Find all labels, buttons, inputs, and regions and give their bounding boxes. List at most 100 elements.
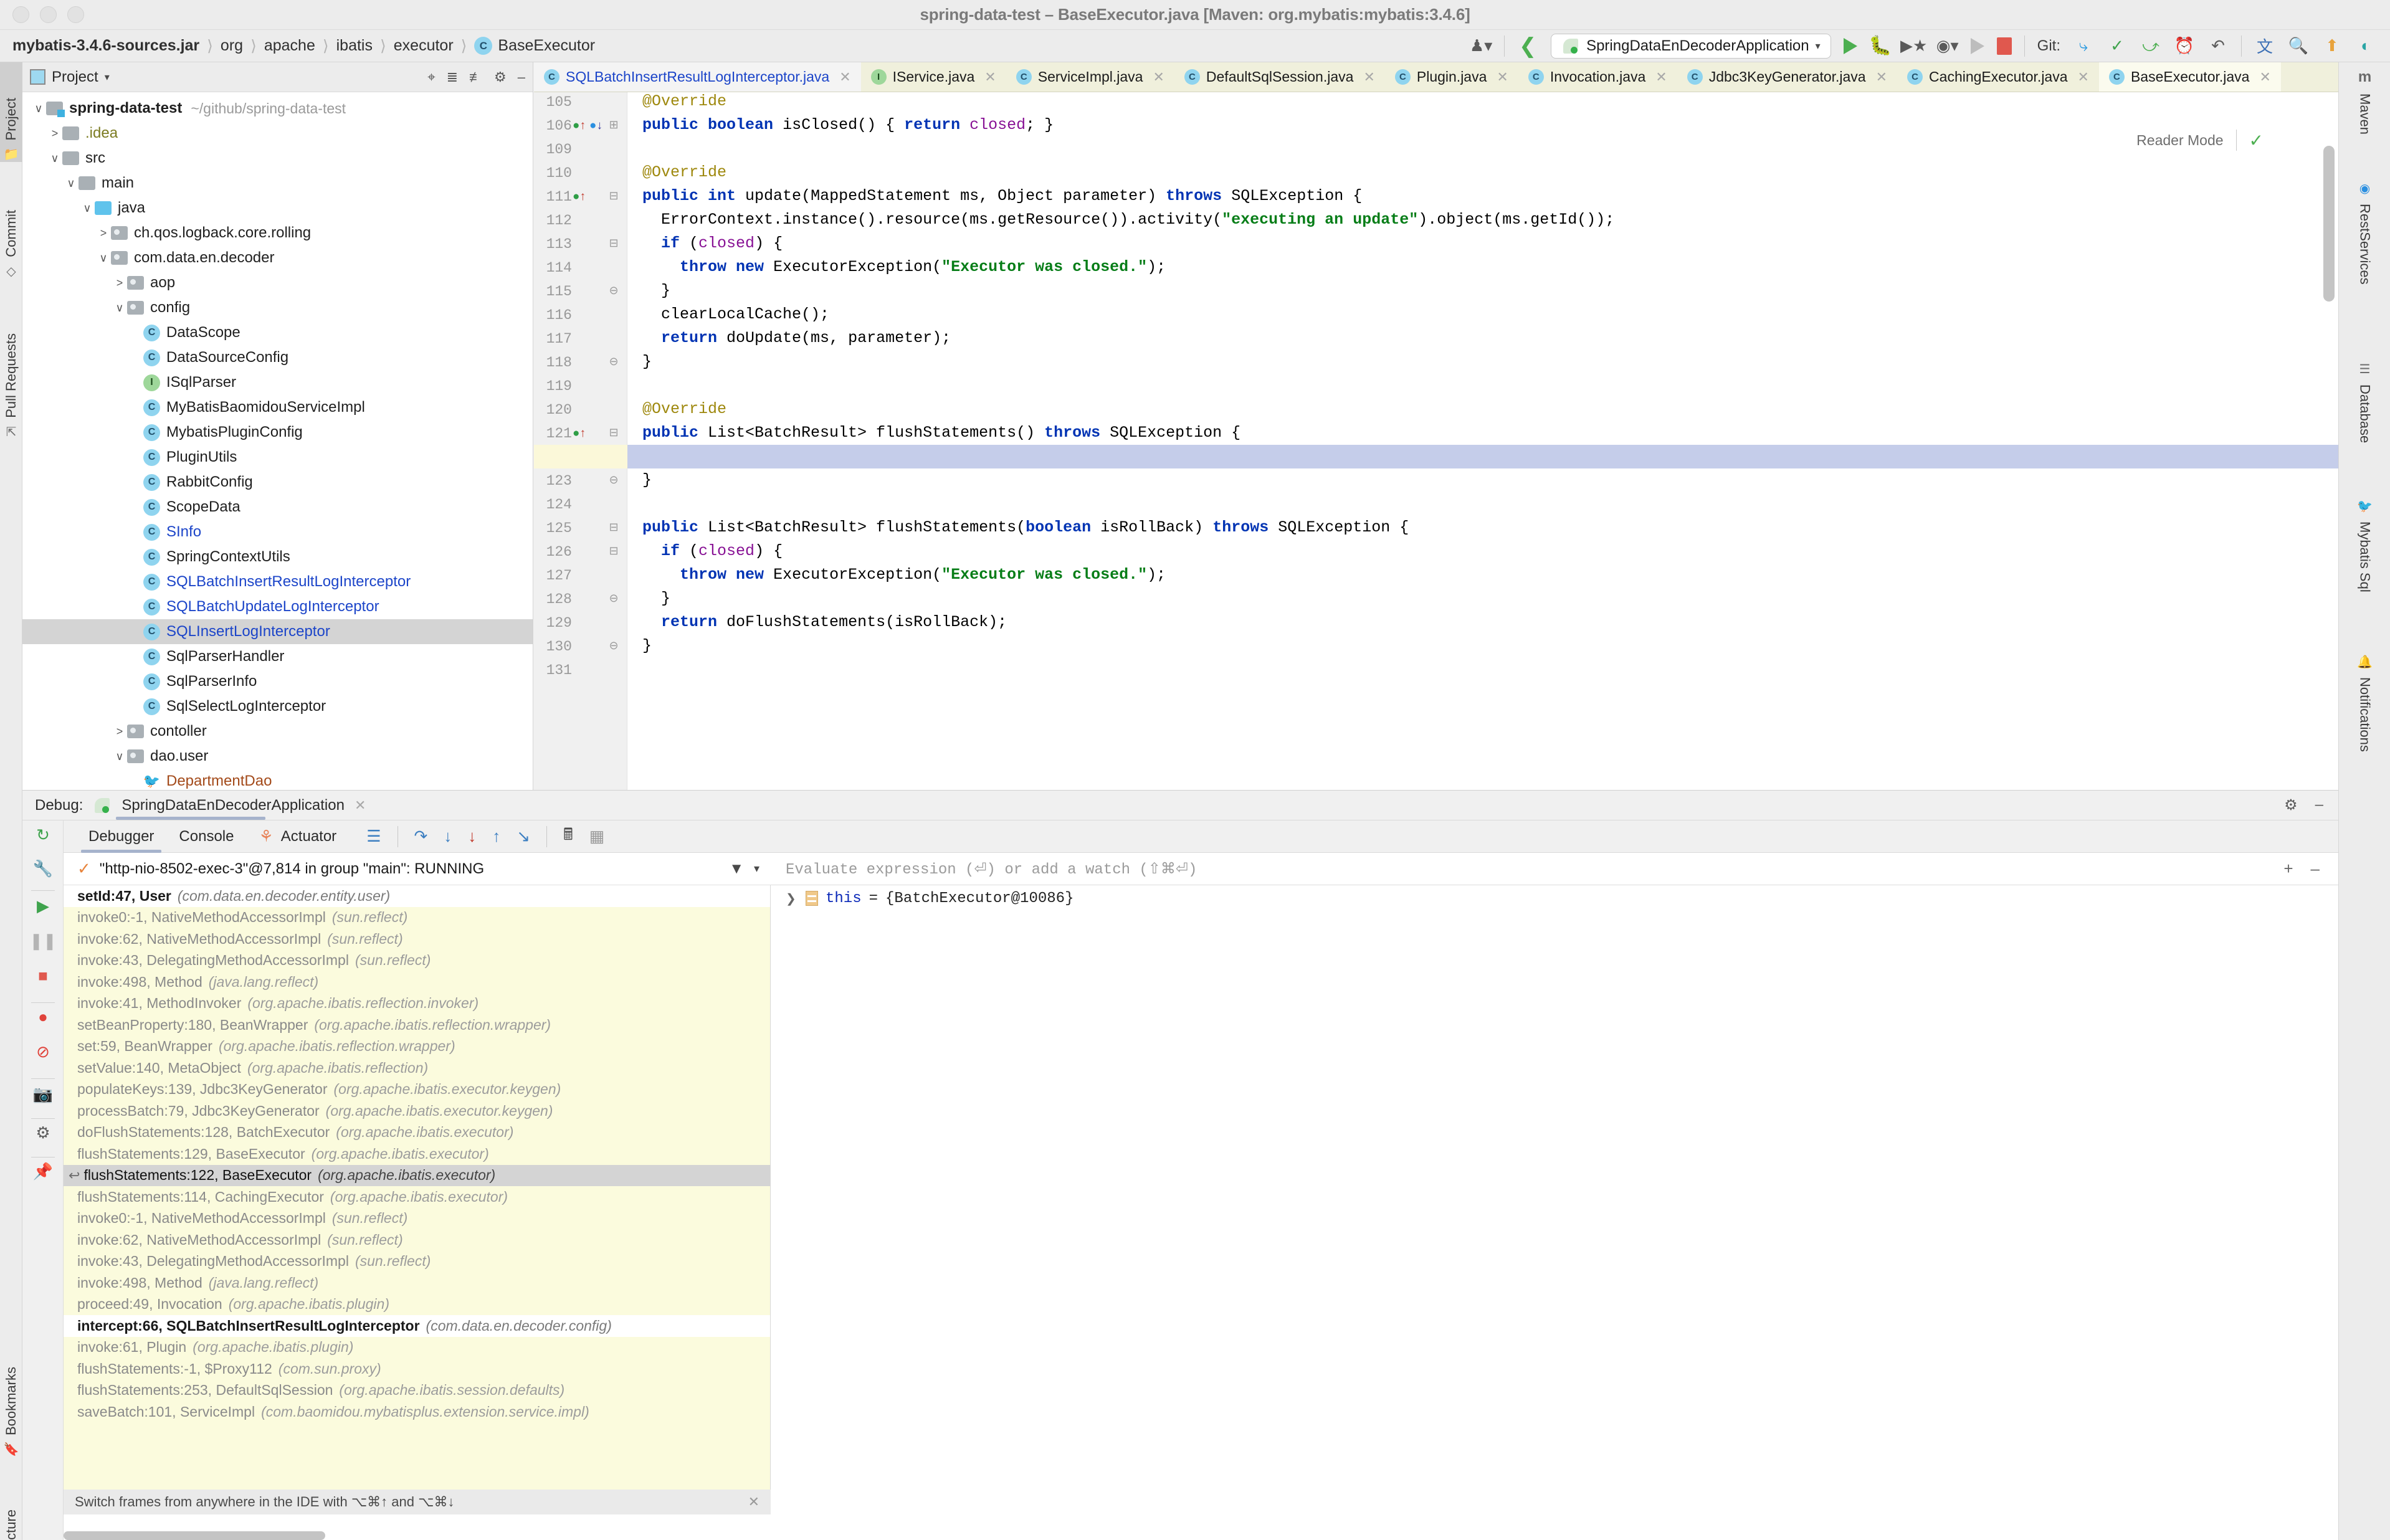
tree-node[interactable]: ∨ config	[22, 295, 533, 320]
expand-arrow-icon[interactable]: >	[112, 725, 127, 738]
tree-node[interactable]: C DataSourceConfig	[22, 345, 533, 370]
tree-node[interactable]: ∨ dao.user	[22, 744, 533, 769]
editor-tab[interactable]: C DefaultSqlSession.java ✕	[1174, 62, 1385, 92]
project-tree[interactable]: ∨ spring-data-test ~/github/spring-data-te…	[22, 92, 533, 794]
collapse-arrow-icon[interactable]: ∨	[112, 302, 127, 315]
tree-node[interactable]: C SpringContextUtils	[22, 544, 533, 569]
code-line[interactable]: public List<BatchResult> flushStatements…	[627, 516, 2338, 539]
tree-node[interactable]: > contoller	[22, 719, 533, 744]
frame-row[interactable]: invoke:62, NativeMethodAccessorImpl (sun.…	[64, 928, 770, 950]
breadcrumb-item-org[interactable]: org	[221, 37, 243, 55]
sidebar-item-bookmarks[interactable]: 🔖 Bookmarks	[0, 1323, 22, 1457]
camera-icon[interactable]: 📷	[22, 1085, 64, 1104]
code-line[interactable]: return doUpdate(ms, parameter);	[627, 326, 2338, 350]
tree-node[interactable]: C PluginUtils	[22, 445, 533, 470]
horizontal-scrollbar[interactable]	[64, 1531, 325, 1540]
frame-row[interactable]: invoke:498, Method (java.lang.reflect)	[64, 971, 770, 993]
code-fold-icon[interactable]: ⊖	[607, 639, 620, 652]
reader-mode-indicator[interactable]: Reader Mode ✓	[2136, 130, 2264, 151]
chevron-down-icon[interactable]: ▾	[105, 71, 110, 83]
debug-session-name[interactable]: SpringDataEnDecoderApplication	[121, 797, 345, 814]
collapse-arrow-icon[interactable]: ∨	[96, 252, 111, 265]
code-line[interactable]	[627, 374, 2338, 397]
code-line[interactable]: @Override	[627, 90, 2338, 113]
tree-node[interactable]: ∨ main	[22, 171, 533, 196]
frame-row[interactable]: saveBatch:101, ServiceImpl (com.baomidou.…	[64, 1401, 770, 1423]
minimize-icon[interactable]: –	[518, 69, 525, 85]
frame-row[interactable]: flushStatements:-1, $Proxy112 (com.sun.pr…	[64, 1358, 770, 1380]
tree-node[interactable]: > ch.qos.logback.core.rolling	[22, 221, 533, 245]
theme-icon[interactable]: ◐	[2355, 36, 2376, 57]
code-line[interactable]: if (closed) {	[627, 539, 2338, 563]
tree-node[interactable]: C SqlParserHandler	[22, 644, 533, 669]
tree-node[interactable]: C SQLBatchInsertResultLogInterceptor	[22, 569, 533, 594]
frame-row[interactable]: setId:47, User (com.data.en.decoder.entit…	[64, 885, 770, 907]
close-tab-icon[interactable]: ✕	[1655, 69, 1667, 85]
code-line[interactable]	[627, 658, 2338, 682]
override-marker-icon[interactable]: ●↑	[573, 427, 586, 440]
chevron-down-icon[interactable]: ▾	[754, 862, 759, 875]
tree-node[interactable]: ∨ java	[22, 196, 533, 221]
editor-scrollbar[interactable]	[2323, 146, 2335, 302]
code-fold-icon[interactable]: ⊟	[607, 426, 620, 439]
code-line[interactable]: @Override	[627, 161, 2338, 184]
translate-icon[interactable]: 文	[2254, 36, 2275, 57]
git-history-icon[interactable]: ⏰	[2174, 36, 2195, 57]
code-line[interactable]: throw new ExecutorException("Executor wa…	[627, 563, 2338, 587]
frame-row[interactable]: set:59, BeanWrapper (org.apache.ibatis.re…	[64, 1036, 770, 1058]
editor-gutter[interactable]: 105 106 ●↑ ●↓ ⊞ 109 110 111 ●↑ ⊟ 112 113 ⊟ 114 115 ⊖ 116…	[534, 92, 627, 790]
frame-row[interactable]: invoke:41, MethodInvoker (org.apache.ibat…	[64, 993, 770, 1015]
minimize-icon[interactable]: –	[2315, 796, 2323, 814]
frame-row[interactable]: invoke0:-1, NativeMethodAccessorImpl (sun…	[64, 1208, 770, 1230]
override-marker-icon[interactable]: ●↑	[573, 190, 586, 204]
close-tab-icon[interactable]: ✕	[1876, 69, 1887, 85]
close-tab-icon[interactable]: ✕	[839, 69, 850, 85]
frame-row[interactable]: flushStatements:114, CachingExecutor (org…	[64, 1186, 770, 1208]
sidebar-item-structure[interactable]: ■ Structure	[0, 1461, 22, 1540]
evaluate-expression-bar[interactable]: Evaluate expression (⏎) or add a watch (…	[771, 853, 2338, 885]
tree-node[interactable]: C SQLBatchUpdateLogInterceptor	[22, 594, 533, 619]
tree-node[interactable]: C SQLInsertLogInterceptor	[22, 619, 533, 644]
variable-row[interactable]: ❯ this = {BatchExecutor@10086}	[771, 885, 2338, 911]
frame-row[interactable]: processBatch:79, Jdbc3KeyGenerator (org.a…	[64, 1100, 770, 1122]
editor-tab[interactable]: I IService.java ✕	[861, 62, 1006, 92]
pin-icon[interactable]: 📌	[22, 1162, 64, 1181]
breadcrumb[interactable]: mybatis-3.4.6-sources.jar ⟩ org ⟩ apache…	[0, 37, 595, 55]
gear-icon[interactable]: ⚙	[2284, 796, 2298, 814]
inspections-ok-icon[interactable]: ✓	[2249, 130, 2264, 151]
editor-tab[interactable]: C SQLBatchInsertResultLogInterceptor.java…	[534, 62, 861, 92]
frame-row[interactable]: proceed:49, Invocation (org.apache.ibatis…	[64, 1294, 770, 1316]
tree-node[interactable]: I ISqlParser	[22, 370, 533, 395]
collapse-all-icon[interactable]: ≢	[469, 69, 483, 85]
code-fold-icon[interactable]: ⊖	[607, 284, 620, 297]
code-line[interactable]: public int update(MappedStatement ms, Ob…	[627, 184, 2338, 208]
close-tab-icon[interactable]: ✕	[1497, 69, 1508, 85]
code-line[interactable]	[627, 137, 2338, 161]
code-line[interactable]: clearLocalCache();	[627, 303, 2338, 326]
frame-row[interactable]: invoke:62, NativeMethodAccessorImpl (sun.…	[64, 1229, 770, 1251]
code-line[interactable]: }	[627, 634, 2338, 658]
override-marker-icon[interactable]: ●↑ ●↓	[573, 119, 602, 133]
run-icon[interactable]	[1843, 37, 1857, 54]
code-fold-icon[interactable]: ⊖	[607, 473, 620, 487]
code-line[interactable]: }	[627, 350, 2338, 374]
breadcrumb-item-executor[interactable]: executor	[394, 37, 454, 55]
back-arrow-icon[interactable]: ❮	[1517, 34, 1538, 58]
locate-icon[interactable]: ⌖	[427, 69, 435, 85]
run-configuration-selector[interactable]: SpringDataEnDecoderApplication ▾	[1551, 33, 1831, 59]
code-line[interactable]: @Override	[627, 397, 2338, 421]
git-rollback-icon[interactable]: ↶	[2207, 36, 2229, 57]
frame-row[interactable]: intercept:66, SQLBatchInsertResultLogInt…	[64, 1315, 770, 1337]
force-step-into-icon[interactable]: ↓	[468, 827, 476, 846]
collapse-arrow-icon[interactable]: ∨	[80, 202, 95, 215]
tree-node[interactable]: > .idea	[22, 121, 533, 146]
gear-icon[interactable]: ⚙	[22, 1123, 64, 1143]
thread-selector[interactable]: ✓ "http-nio-8502-exec-3"@7,814 in group …	[64, 853, 771, 885]
show-execution-point-icon[interactable]: ☰	[366, 827, 381, 846]
tree-node[interactable]: C SqlParserInfo	[22, 669, 533, 694]
code-fold-icon[interactable]: ⊟	[607, 189, 620, 202]
frame-row[interactable]: flushStatements:253, DefaultSqlSession (o…	[64, 1380, 770, 1402]
add-watch-icon[interactable]: +	[2283, 859, 2293, 878]
code-line[interactable]: throw new ExecutorException("Executor wa…	[627, 255, 2338, 279]
rerun-icon[interactable]	[1970, 37, 1984, 54]
